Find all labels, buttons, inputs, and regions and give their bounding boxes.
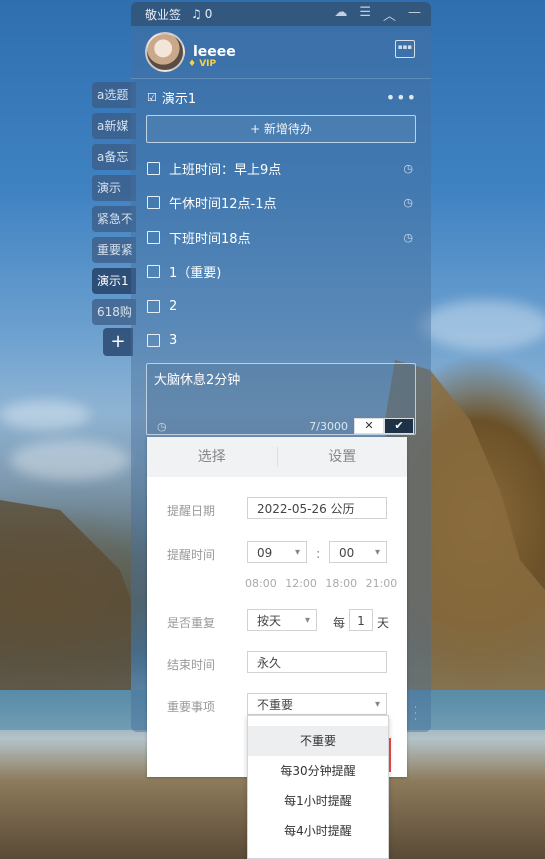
- tab-settings[interactable]: 设置: [278, 437, 408, 477]
- every-n-input[interactable]: 1: [349, 609, 373, 631]
- quick-times[interactable]: 08:00 12:00 18:00 21:00: [245, 577, 397, 590]
- minimize-icon[interactable]: —: [408, 5, 421, 24]
- side-tab[interactable]: a选题: [92, 82, 136, 108]
- side-tab-active[interactable]: 演示1: [92, 268, 136, 294]
- list-header: ☑ 演示1 •••: [131, 78, 431, 115]
- todo-text: 3: [169, 333, 178, 349]
- notification-count: 0: [204, 7, 213, 21]
- editor-text[interactable]: 大脑休息2分钟: [147, 364, 415, 393]
- dropdown-option[interactable]: 每1小时提醒: [248, 786, 388, 816]
- clock-icon[interactable]: ◷: [157, 420, 167, 433]
- cancel-button[interactable]: ✕: [354, 418, 384, 434]
- time-label: 提醒时间: [167, 548, 216, 562]
- side-tab[interactable]: 618购: [92, 299, 136, 325]
- time-separator: :: [316, 547, 321, 562]
- bell-icon[interactable]: ♫: [191, 7, 202, 21]
- todo-checkbox[interactable]: [147, 161, 160, 175]
- dropdown-option[interactable]: 每4小时提醒: [248, 816, 388, 846]
- side-tabs: a选题 a新媒 a备忘 演示 紧急不 重要紧 演示1 618购: [92, 82, 136, 330]
- date-field[interactable]: 2022-05-26 公历: [247, 497, 387, 519]
- important-label: 重要事项: [167, 700, 216, 714]
- todo-item[interactable]: 下班时间18点 ◷: [131, 220, 431, 255]
- hour-select[interactable]: 09: [247, 541, 307, 564]
- repeat-select[interactable]: 按天: [247, 609, 317, 632]
- dropdown-option[interactable]: 每30分钟提醒: [248, 756, 388, 786]
- reminder-clock-icon: ◷: [403, 196, 413, 210]
- todo-checkbox[interactable]: [147, 334, 160, 348]
- user-header: leeee ♦ VIP ▪▪▪: [131, 26, 431, 78]
- todo-text: 2: [169, 298, 178, 314]
- calendar-icon[interactable]: ▪▪▪: [395, 40, 415, 58]
- repeat-label: 是否重复: [167, 616, 216, 630]
- end-label: 结束时间: [167, 658, 216, 672]
- list-title: 演示1: [161, 91, 197, 107]
- todo-editor[interactable]: 大脑休息2分钟 ◷ 7/3000 ✕ ✔: [146, 363, 416, 435]
- todo-item[interactable]: 3: [131, 324, 431, 359]
- todo-list: 上班时间：早上9点 ◷ 午休时间12点-1点 ◷ 下班时间18点 ◷ 1（重要)…: [131, 151, 431, 358]
- todo-item[interactable]: 1（重要): [131, 255, 431, 290]
- todo-item[interactable]: 上班时间：早上9点 ◷: [131, 151, 431, 186]
- collapse-icon[interactable]: ︿: [383, 5, 396, 24]
- todo-checkbox[interactable]: [147, 196, 160, 210]
- char-count: 7/3000: [309, 419, 348, 433]
- todo-checkbox[interactable]: [147, 265, 160, 279]
- editor-toolbar: ◷ 7/3000 ✕ ✔: [147, 418, 415, 434]
- reminder-clock-icon: ◷: [403, 161, 413, 175]
- vip-badge: ♦ VIP: [188, 59, 217, 69]
- panel-tabs: 选择 设置: [147, 437, 407, 477]
- todo-text: 午休时间12点-1点: [169, 197, 277, 213]
- titlebar: 敬业签 ♫ 0 ☁ ☰ ︿ —: [131, 2, 431, 26]
- add-tab-button[interactable]: +: [103, 328, 133, 356]
- side-tab[interactable]: a备忘: [92, 144, 136, 170]
- drag-handle-icon[interactable]: · · ·: [414, 704, 417, 725]
- important-select[interactable]: 不重要: [247, 693, 387, 716]
- side-tab[interactable]: a新媒: [92, 113, 136, 139]
- dropdown-option[interactable]: 不重要: [248, 726, 388, 756]
- app-name: 敬业签: [145, 7, 182, 22]
- importance-dropdown: 不重要 每30分钟提醒 每1小时提醒 每4小时提醒: [247, 715, 389, 859]
- cloud-sync-icon[interactable]: ☁: [334, 5, 347, 24]
- confirm-button[interactable]: ✔: [384, 418, 414, 434]
- side-tab[interactable]: 演示: [92, 175, 136, 201]
- username: leeee: [193, 44, 236, 60]
- date-label: 提醒日期: [167, 504, 216, 518]
- unit-label: 天: [377, 616, 390, 630]
- reminder-clock-icon: ◷: [403, 230, 413, 244]
- tab-select[interactable]: 选择: [147, 447, 278, 467]
- side-tab[interactable]: 紧急不: [92, 206, 136, 232]
- more-options-icon[interactable]: •••: [386, 88, 417, 107]
- todo-item[interactable]: 2: [131, 289, 431, 324]
- side-tab[interactable]: 重要紧: [92, 237, 136, 263]
- checklist-icon: ☑: [147, 90, 157, 104]
- todo-text: 下班时间18点: [169, 231, 251, 247]
- todo-item[interactable]: 午休时间12点-1点 ◷: [131, 186, 431, 221]
- todo-text: 上班时间：早上9点: [169, 162, 282, 178]
- add-todo-button[interactable]: + 新增待办: [146, 115, 416, 143]
- todo-checkbox[interactable]: [147, 299, 160, 313]
- menu-icon[interactable]: ☰: [359, 5, 371, 24]
- todo-text: 1（重要): [169, 266, 222, 282]
- minute-select[interactable]: 00: [329, 541, 387, 564]
- end-time-field[interactable]: 永久: [247, 651, 387, 673]
- avatar[interactable]: [145, 32, 185, 72]
- todo-checkbox[interactable]: [147, 230, 160, 244]
- every-label: 每: [333, 616, 346, 630]
